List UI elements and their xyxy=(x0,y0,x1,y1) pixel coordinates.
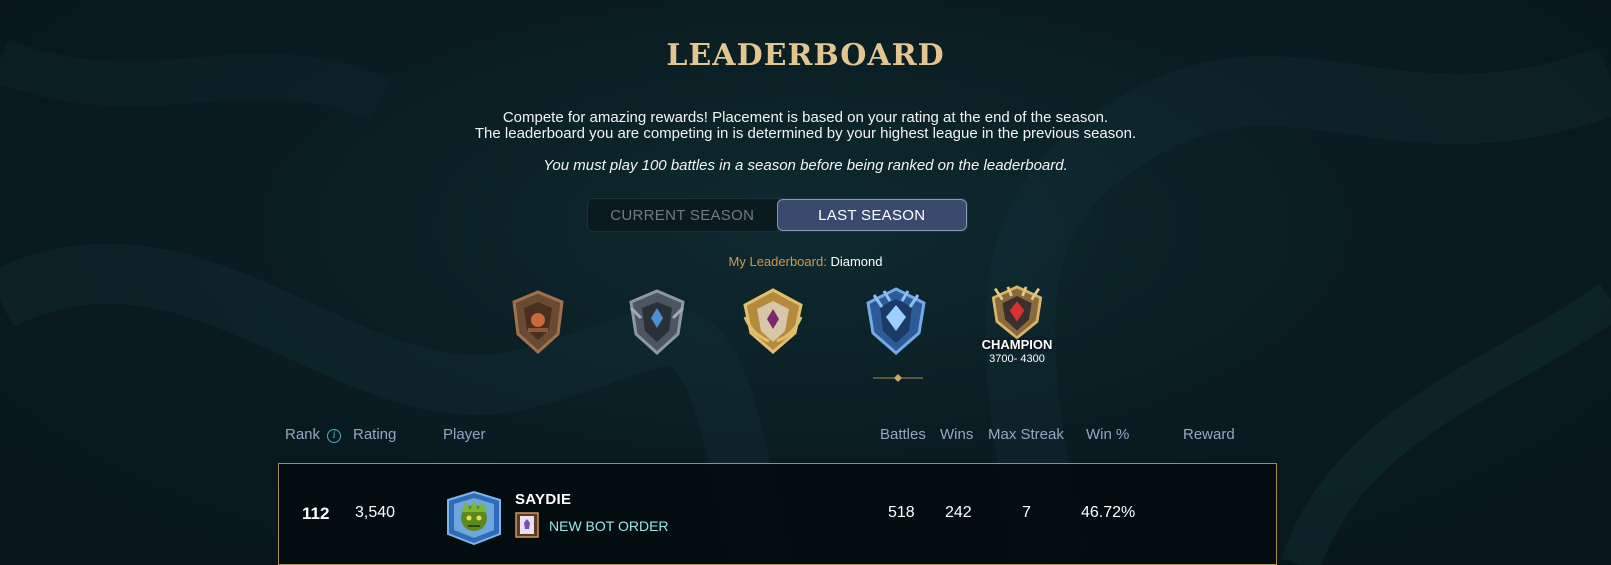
gold-league-icon xyxy=(743,288,803,354)
row-rating: 3,540 xyxy=(355,504,396,521)
diamond-league-icon xyxy=(866,287,926,355)
row-win-pct: 46.72% xyxy=(1081,504,1136,521)
header-win-pct[interactable]: Win % xyxy=(1086,426,1129,443)
table-row[interactable]: 112 3,540 SAYDIE NEW BOT ORDER 518 242 7… xyxy=(278,463,1277,565)
my-leaderboard: My Leaderboard: Diamond xyxy=(0,254,1611,269)
season-toggle: CURRENT SEASON LAST SEASON xyxy=(587,198,968,232)
league-champion-range: 3700- 4300 xyxy=(989,353,1045,365)
league-bronze[interactable] xyxy=(498,288,578,368)
header-max-streak[interactable]: Max Streak xyxy=(988,426,1064,443)
header-wins[interactable]: Wins xyxy=(940,426,973,443)
league-gold[interactable] xyxy=(733,287,813,367)
header-player: Player xyxy=(443,426,486,443)
row-rank: 112 xyxy=(302,504,330,523)
league-champion[interactable]: CHAMPION 3700- 4300 xyxy=(977,285,1057,365)
description-line-1: Compete for amazing rewards! Placement i… xyxy=(502,109,1109,126)
my-leaderboard-value: Diamond xyxy=(830,254,883,269)
battle-requirement-note: You must play 100 battles in a season be… xyxy=(543,157,1068,174)
guild-name[interactable]: NEW BOT ORDER xyxy=(549,518,669,534)
page-description: Compete for amazing rewards! Placement i… xyxy=(0,110,1611,142)
info-icon[interactable]: i xyxy=(327,429,342,443)
row-wins: 242 xyxy=(945,504,972,521)
guild-emblem-icon xyxy=(515,512,539,538)
header-rank: Rank i xyxy=(285,426,342,443)
player-avatar[interactable] xyxy=(444,490,504,546)
current-season-tab[interactable]: CURRENT SEASON xyxy=(588,199,777,231)
page-title: LEADERBOARD xyxy=(666,38,945,73)
league-diamond[interactable] xyxy=(856,287,936,367)
bronze-league-icon xyxy=(512,290,564,355)
header-rank-label: Rank xyxy=(285,426,321,443)
league-selector: CHAMPION 3700- 4300 xyxy=(0,285,1611,386)
header-battles[interactable]: Battles xyxy=(880,426,926,443)
row-battles: 518 xyxy=(888,504,915,521)
league-silver[interactable] xyxy=(617,288,697,368)
header-reward: Reward xyxy=(1183,426,1235,443)
silver-league-icon xyxy=(629,289,685,356)
header-rating[interactable]: Rating xyxy=(353,426,396,443)
description-line-2: The leaderboard you are competing in is … xyxy=(474,125,1137,142)
league-champion-name: CHAMPION xyxy=(981,337,1053,352)
row-max-streak: 7 xyxy=(1022,504,1031,521)
player-name[interactable]: SAYDIE xyxy=(515,491,571,508)
my-leaderboard-label: My Leaderboard: xyxy=(728,254,827,269)
selected-league-marker xyxy=(873,374,923,382)
last-season-tab[interactable]: LAST SEASON xyxy=(776,199,967,231)
